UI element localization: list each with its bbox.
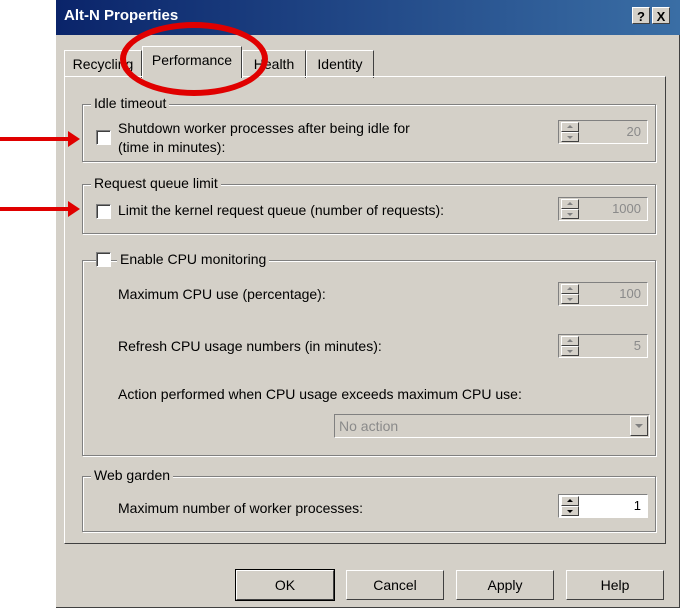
- ok-button[interactable]: OK: [235, 569, 335, 601]
- cpu-refresh-spinner: 5: [558, 334, 648, 358]
- annotation-arrow: [0, 201, 80, 217]
- idle-timeout-label: Shutdown worker processes after being id…: [118, 120, 410, 136]
- idle-timeout-value: 20: [626, 124, 641, 139]
- apply-button[interactable]: Apply: [456, 570, 554, 600]
- queue-limit-label: Limit the kernel request queue (number o…: [118, 202, 445, 218]
- idle-timeout-label-2: (time in minutes):: [118, 139, 226, 155]
- cpu-refresh-label: Refresh CPU usage numbers (in minutes):: [118, 338, 382, 354]
- help-icon[interactable]: ?: [632, 7, 650, 24]
- spin-down-icon[interactable]: [561, 506, 579, 516]
- spin-down-icon: [561, 346, 579, 356]
- cpu-action-value: No action: [339, 418, 399, 434]
- queue-limit-legend: Request queue limit: [91, 175, 221, 191]
- spin-up-icon[interactable]: [561, 496, 579, 506]
- cpu-monitoring-legend: Enable CPU monitoring: [117, 251, 270, 267]
- help-button[interactable]: Help: [566, 570, 664, 600]
- cpu-max-label: Maximum CPU use (percentage):: [118, 286, 326, 302]
- spin-up-icon: [561, 336, 579, 346]
- web-garden-label: Maximum number of worker processes:: [118, 500, 364, 516]
- idle-timeout-legend: Idle timeout: [91, 95, 170, 111]
- cpu-max-spinner: 100: [558, 282, 648, 306]
- queue-limit-value: 1000: [612, 201, 641, 216]
- idle-timeout-spinner: 20: [558, 120, 648, 144]
- web-garden-legend: Web garden: [91, 467, 174, 483]
- cancel-button[interactable]: Cancel: [346, 570, 444, 600]
- spin-down-icon: [561, 132, 579, 142]
- spin-up-icon: [561, 199, 579, 209]
- window-title: Alt-N Properties: [64, 7, 179, 24]
- annotation-arrow: [0, 131, 80, 147]
- spin-down-icon: [561, 294, 579, 304]
- idle-timeout-checkbox[interactable]: [96, 130, 111, 145]
- tab-performance[interactable]: Performance: [142, 46, 242, 78]
- cpu-max-value: 100: [619, 286, 641, 301]
- queue-limit-spinner: 1000: [558, 197, 648, 221]
- spin-up-icon: [561, 284, 579, 294]
- web-garden-spinner[interactable]: 1: [558, 494, 648, 518]
- cpu-action-dropdown: No action: [334, 414, 650, 438]
- tab-identity[interactable]: Identity: [306, 50, 374, 78]
- queue-limit-checkbox[interactable]: [96, 204, 111, 219]
- web-garden-value: 1: [633, 498, 641, 513]
- spin-down-icon: [561, 209, 579, 219]
- properties-dialog: Alt-N Properties ? X Recycling Performan…: [56, 0, 680, 608]
- chevron-down-icon: [630, 416, 648, 436]
- spin-up-icon: [561, 122, 579, 132]
- cpu-monitoring-checkbox[interactable]: [96, 252, 111, 267]
- cpu-refresh-value: 5: [633, 338, 641, 353]
- close-icon[interactable]: X: [652, 7, 670, 24]
- cpu-action-label: Action performed when CPU usage exceeds …: [118, 386, 522, 402]
